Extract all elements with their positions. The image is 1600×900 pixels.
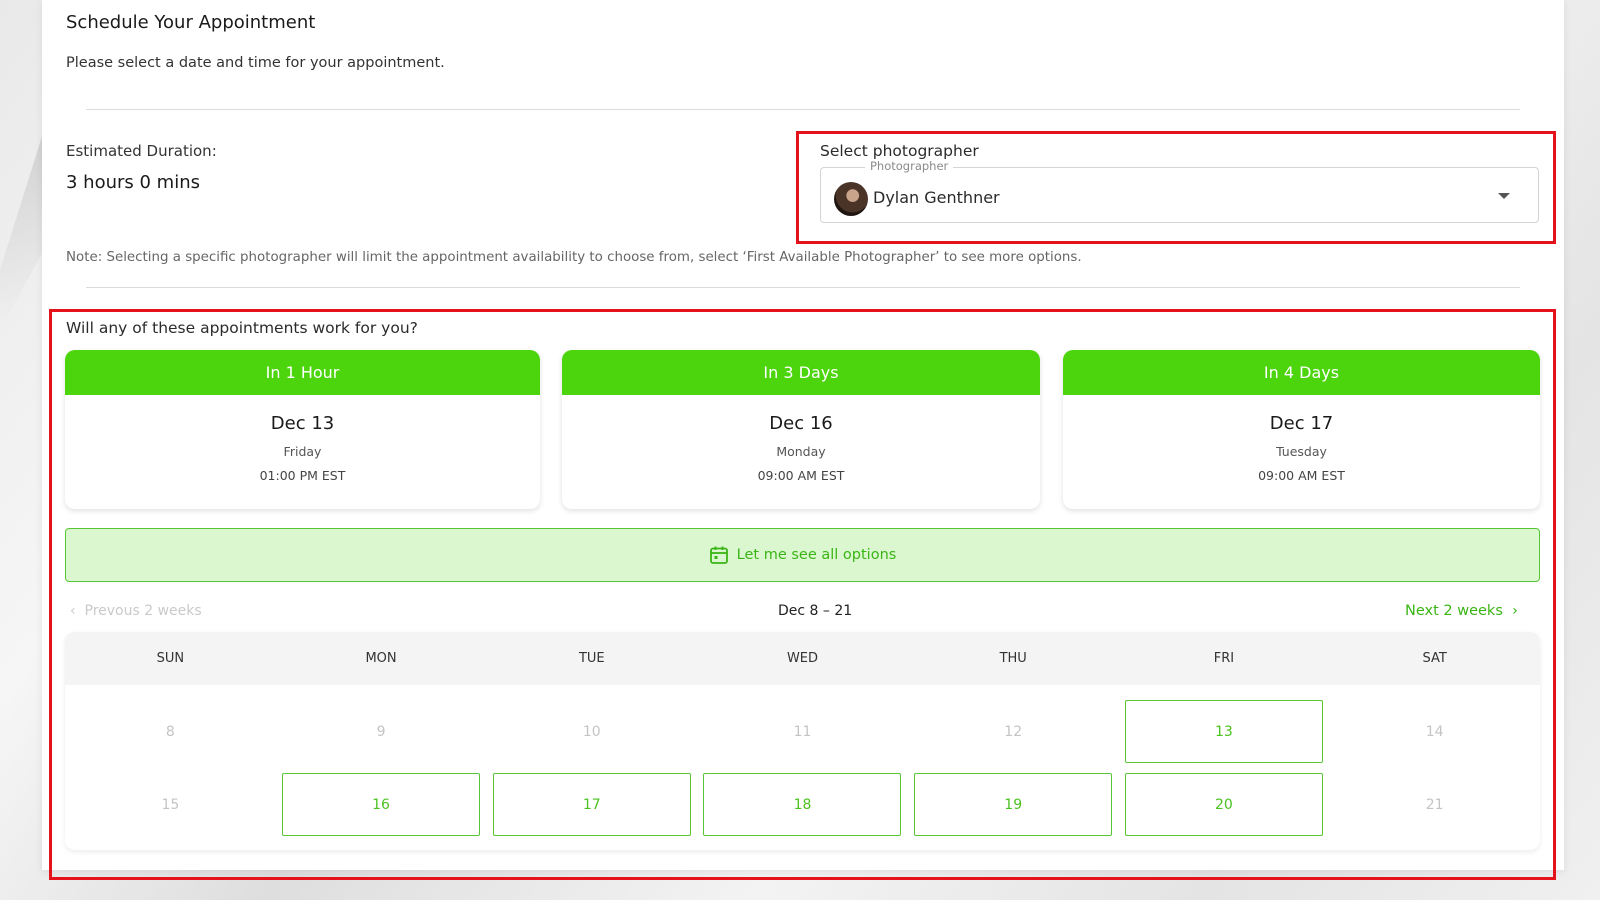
calendar-day-label: 9	[376, 723, 386, 740]
avatar	[834, 182, 868, 216]
weekday-label: THU	[999, 651, 1027, 666]
duration-label: Estimated Duration:	[66, 142, 217, 160]
appointment-card-header: In 3 Days	[562, 350, 1040, 395]
photographer-field-legend: Photographer	[865, 159, 954, 173]
calendar-day-button[interactable]: 16	[282, 773, 481, 836]
photographer-note: Note: Selecting a specific photographer …	[66, 250, 1082, 265]
appointment-card[interactable]: In 4 Days Dec 17 Tuesday 09:00 AM EST	[1063, 350, 1540, 509]
calendar-day-cell: 21	[1329, 768, 1540, 841]
calendar-grid: SUN MON TUE WED THU FRI SAT 8 9 10 11 12 13 14…	[65, 632, 1540, 850]
appointment-card-header: In 1 Hour	[65, 350, 540, 395]
suggestions-question: Will any of these appointments work for …	[66, 319, 418, 337]
weekday-label: SUN	[156, 651, 185, 666]
divider	[86, 287, 1520, 288]
weekday-label: FRI	[1213, 651, 1235, 666]
previous-weeks-label: Prevous 2 weeks	[84, 603, 202, 619]
calendar-range: Dec 8 – 21	[778, 603, 853, 619]
calendar-day-cell: 20	[1119, 768, 1330, 841]
appointment-time: 01:00 PM EST	[259, 468, 346, 483]
calendar-day-cell: 18	[697, 768, 908, 841]
next-weeks-label: Next 2 weeks	[1405, 603, 1503, 619]
calendar-day-label: 8	[165, 723, 175, 740]
calendar-day-label: 11	[793, 723, 812, 740]
appointment-card[interactable]: In 1 Hour Dec 13 Friday 01:00 PM EST	[65, 350, 540, 509]
calendar-day-button[interactable]: 17	[492, 773, 691, 836]
calendar-day-button[interactable]: 13	[1124, 700, 1323, 763]
calendar-day-label: 14	[1425, 723, 1444, 740]
calendar-day-label: 12	[1004, 723, 1023, 740]
chevron-right-icon: ›	[1512, 603, 1518, 619]
calendar-day-button[interactable]: 18	[703, 773, 902, 836]
calendar-days: 8 9 10 11 12 13 14 15 16 17 18 19 20 21	[65, 685, 1540, 841]
calendar-day-button[interactable]: 19	[914, 773, 1113, 836]
calendar-day-cell: 19	[908, 768, 1119, 841]
appointment-time: 09:00 AM EST	[1258, 468, 1345, 483]
appointment-date: Dec 17	[1269, 413, 1334, 434]
appointment-date: Dec 16	[769, 413, 833, 434]
background-shape	[0, 130, 44, 330]
calendar-day-cell: 8	[65, 695, 276, 768]
duration-value: 3 hours 0 mins	[66, 172, 200, 193]
appointment-date: Dec 13	[270, 413, 335, 434]
chevron-down-icon[interactable]	[1498, 193, 1510, 199]
previous-weeks-button[interactable]: ‹ Prevous 2 weeks	[70, 603, 202, 619]
calendar-icon	[709, 546, 728, 564]
photographer-select[interactable]: Photographer Dylan Genthner	[820, 159, 1539, 223]
calendar-day-label: 10	[582, 723, 601, 740]
appointment-weekday: Tuesday	[1276, 444, 1327, 459]
photographer-label: Select photographer	[820, 142, 979, 160]
calendar-day-cell: 14	[1329, 695, 1540, 768]
divider	[86, 109, 1520, 110]
calendar-day-cell: 17	[486, 768, 697, 841]
calendar-day-cell: 16	[276, 768, 487, 841]
weekday-label: WED	[786, 651, 819, 666]
appointment-time: 09:00 AM EST	[757, 468, 845, 483]
calendar-day-cell: 13	[1119, 695, 1330, 768]
calendar-day-cell: 11	[697, 695, 908, 768]
chevron-left-icon: ‹	[70, 603, 76, 619]
calendar-day-cell: 12	[908, 695, 1119, 768]
appointment-weekday: Monday	[776, 444, 826, 459]
photographer-selected-value: Dylan Genthner	[873, 188, 1000, 207]
appointment-card[interactable]: In 3 Days Dec 16 Monday 09:00 AM EST	[562, 350, 1040, 509]
weekday-label: TUE	[578, 651, 605, 666]
calendar-weekday-header: SUN MON TUE WED THU FRI SAT	[65, 632, 1540, 685]
calendar-day-label: 15	[161, 796, 180, 813]
calendar-day-cell: 10	[486, 695, 697, 768]
appointment-card-header: In 4 Days	[1063, 350, 1540, 395]
page-title: Schedule Your Appointment	[66, 12, 316, 33]
see-all-options-button[interactable]: Let me see all options	[65, 528, 1540, 582]
appointment-weekday: Friday	[283, 444, 322, 459]
calendar-day-label: 21	[1425, 796, 1444, 813]
see-all-options-label: Let me see all options	[736, 547, 897, 563]
calendar-day-button[interactable]: 20	[1124, 773, 1323, 836]
next-weeks-button[interactable]: Next 2 weeks ›	[1405, 603, 1518, 619]
weekday-label: SAT	[1422, 651, 1447, 666]
page-subtitle: Please select a date and time for your a…	[66, 55, 445, 71]
calendar-day-cell: 15	[65, 768, 276, 841]
weekday-label: MON	[365, 651, 397, 666]
calendar-day-cell: 9	[276, 695, 487, 768]
